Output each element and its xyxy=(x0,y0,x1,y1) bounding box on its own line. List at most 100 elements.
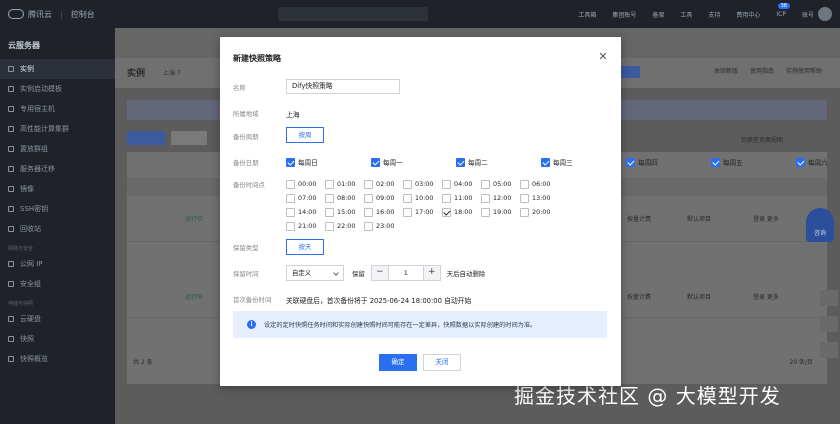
hour-option[interactable]: 10:00 xyxy=(403,191,442,205)
checkbox[interactable] xyxy=(325,207,334,217)
hour-option[interactable]: 16:00 xyxy=(364,205,403,219)
avatar[interactable] xyxy=(818,7,832,21)
sidebar-item-cloud-disk[interactable]: 云硬盘 xyxy=(0,309,115,329)
hour-option[interactable]: 01:00 xyxy=(325,177,364,191)
increment-button[interactable]: + xyxy=(423,266,440,280)
console-link[interactable]: 控制台 xyxy=(71,9,95,20)
checkbox-tuesday[interactable]: 每周二 xyxy=(456,157,541,167)
checkbox[interactable] xyxy=(481,179,490,189)
checkbox[interactable] xyxy=(626,157,635,167)
checkbox[interactable] xyxy=(325,193,334,203)
hour-option[interactable]: 19:00 xyxy=(481,205,520,219)
sidebar-item-images[interactable]: 镜像 xyxy=(0,179,115,199)
hour-option[interactable]: 18:00 xyxy=(442,205,481,219)
sidebar-item-snapshot[interactable]: 快照 xyxy=(0,329,115,349)
checkbox[interactable] xyxy=(286,157,295,167)
checkbox-monday[interactable]: 每周一 xyxy=(371,157,456,167)
create-button[interactable] xyxy=(127,131,165,145)
hour-option[interactable]: 00:00 xyxy=(286,177,325,191)
confirm-button[interactable]: 确定 xyxy=(379,354,417,371)
hour-option[interactable]: 23:00 xyxy=(364,219,403,233)
top-nav-item[interactable]: 备案 xyxy=(652,10,664,19)
checkbox[interactable] xyxy=(325,179,334,189)
rail-button[interactable] xyxy=(820,290,838,306)
page-link[interactable]: 使用指南 xyxy=(750,66,774,75)
retain-days-input[interactable]: 1 xyxy=(387,266,424,280)
checkbox[interactable] xyxy=(403,193,412,203)
checkbox-friday[interactable]: 每周五 xyxy=(711,157,796,167)
close-icon[interactable]: ✕ xyxy=(597,51,609,63)
top-nav-item[interactable]: ICP xyxy=(776,11,786,18)
checkbox-saturday[interactable]: 每周六 xyxy=(796,157,840,167)
brand[interactable]: 腾讯云 | 控制台 xyxy=(8,9,95,20)
sidebar-item-recycle-bin[interactable]: 回收站 xyxy=(0,219,115,239)
sidebar-item-migration[interactable]: 服务器迁移 xyxy=(0,159,115,179)
sidebar-item-ssh-keys[interactable]: SSH密钥 xyxy=(0,199,115,219)
checkbox[interactable] xyxy=(364,179,373,189)
retain-by-day-button[interactable]: 按天 xyxy=(286,239,324,255)
hour-option[interactable]: 05:00 xyxy=(481,177,520,191)
checkbox-thursday[interactable]: 每周四 xyxy=(626,157,711,167)
top-nav-item[interactable]: 集团账号 xyxy=(612,10,636,19)
checkbox[interactable] xyxy=(403,207,412,217)
hour-option[interactable]: 07:00 xyxy=(286,191,325,205)
checkbox[interactable] xyxy=(403,179,412,189)
hour-option[interactable]: 04:00 xyxy=(442,177,481,191)
rail-button[interactable] xyxy=(820,316,838,332)
checkbox-wednesday[interactable]: 每周三 xyxy=(541,157,626,167)
region-selector[interactable]: 上海 7 xyxy=(163,68,181,77)
checkbox[interactable] xyxy=(371,157,380,167)
checkbox[interactable] xyxy=(286,207,295,217)
checkbox[interactable] xyxy=(520,179,529,189)
top-nav-item[interactable]: 工具箱 xyxy=(578,10,596,19)
checkbox[interactable] xyxy=(442,193,451,203)
hour-option[interactable]: 20:00 xyxy=(520,205,559,219)
hour-option[interactable]: 09:00 xyxy=(364,191,403,205)
decrement-button[interactable]: − xyxy=(371,266,388,280)
hour-option[interactable]: 08:00 xyxy=(325,191,364,205)
hour-option[interactable]: 21:00 xyxy=(286,219,325,233)
notification-badge[interactable]: 38 xyxy=(777,3,790,9)
sidebar-item-security-group[interactable]: 安全组 xyxy=(0,274,115,294)
top-nav-item[interactable]: 账号 xyxy=(802,10,814,19)
policy-name-input[interactable]: Dify快照策略 xyxy=(286,79,400,94)
checkbox[interactable] xyxy=(541,157,550,167)
sidebar-item-public-ip[interactable]: 公网 IP xyxy=(0,254,115,274)
checkbox[interactable] xyxy=(711,157,720,167)
hour-option[interactable]: 14:00 xyxy=(286,205,325,219)
hour-option[interactable]: 06:00 xyxy=(520,177,559,191)
close-button[interactable]: 关闭 xyxy=(423,354,461,371)
checkbox[interactable] xyxy=(796,157,805,167)
hour-option[interactable]: 13:00 xyxy=(520,191,559,205)
checkbox[interactable] xyxy=(520,207,529,217)
sidebar-item-hpc-cluster[interactable]: 高性能计算集群 xyxy=(0,119,115,139)
sidebar-item-snapshot-overview[interactable]: 快照概览 xyxy=(0,349,115,369)
sidebar-item-placement-group[interactable]: 置放群组 xyxy=(0,139,115,159)
hour-option[interactable]: 11:00 xyxy=(442,191,481,205)
sidebar-item-dedicated-host[interactable]: 专用宿主机 xyxy=(0,99,115,119)
checkbox[interactable] xyxy=(286,221,295,231)
sidebar-item-launch-template[interactable]: 实例启动模板 xyxy=(0,79,115,99)
cycle-weekly-button[interactable]: 按周 xyxy=(286,127,324,143)
retain-mode-select[interactable]: 自定义 xyxy=(286,265,344,281)
checkbox[interactable] xyxy=(481,193,490,203)
checkbox[interactable] xyxy=(364,221,373,231)
top-nav-item[interactable]: 支持 xyxy=(708,10,720,19)
hour-option[interactable]: 22:00 xyxy=(325,219,364,233)
page-link[interactable]: 实例使用帮助 xyxy=(786,66,822,75)
hour-option[interactable]: 12:00 xyxy=(481,191,520,205)
hour-option[interactable]: 03:00 xyxy=(403,177,442,191)
checkbox[interactable] xyxy=(325,221,334,231)
pagination-size[interactable]: 20 条/页 xyxy=(789,357,813,366)
checkbox[interactable] xyxy=(442,179,451,189)
checkbox[interactable] xyxy=(286,193,295,203)
view-switch[interactable]: 切换至页面视图 xyxy=(741,135,783,144)
checkbox[interactable] xyxy=(481,207,490,217)
secondary-button[interactable] xyxy=(171,131,207,145)
global-search-input[interactable] xyxy=(278,7,428,21)
top-nav-item[interactable]: 工具 xyxy=(680,10,692,19)
checkbox[interactable] xyxy=(364,193,373,203)
page-link[interactable]: 体验新版 xyxy=(714,66,738,75)
hour-option[interactable]: 15:00 xyxy=(325,205,364,219)
checkbox[interactable] xyxy=(286,179,295,189)
